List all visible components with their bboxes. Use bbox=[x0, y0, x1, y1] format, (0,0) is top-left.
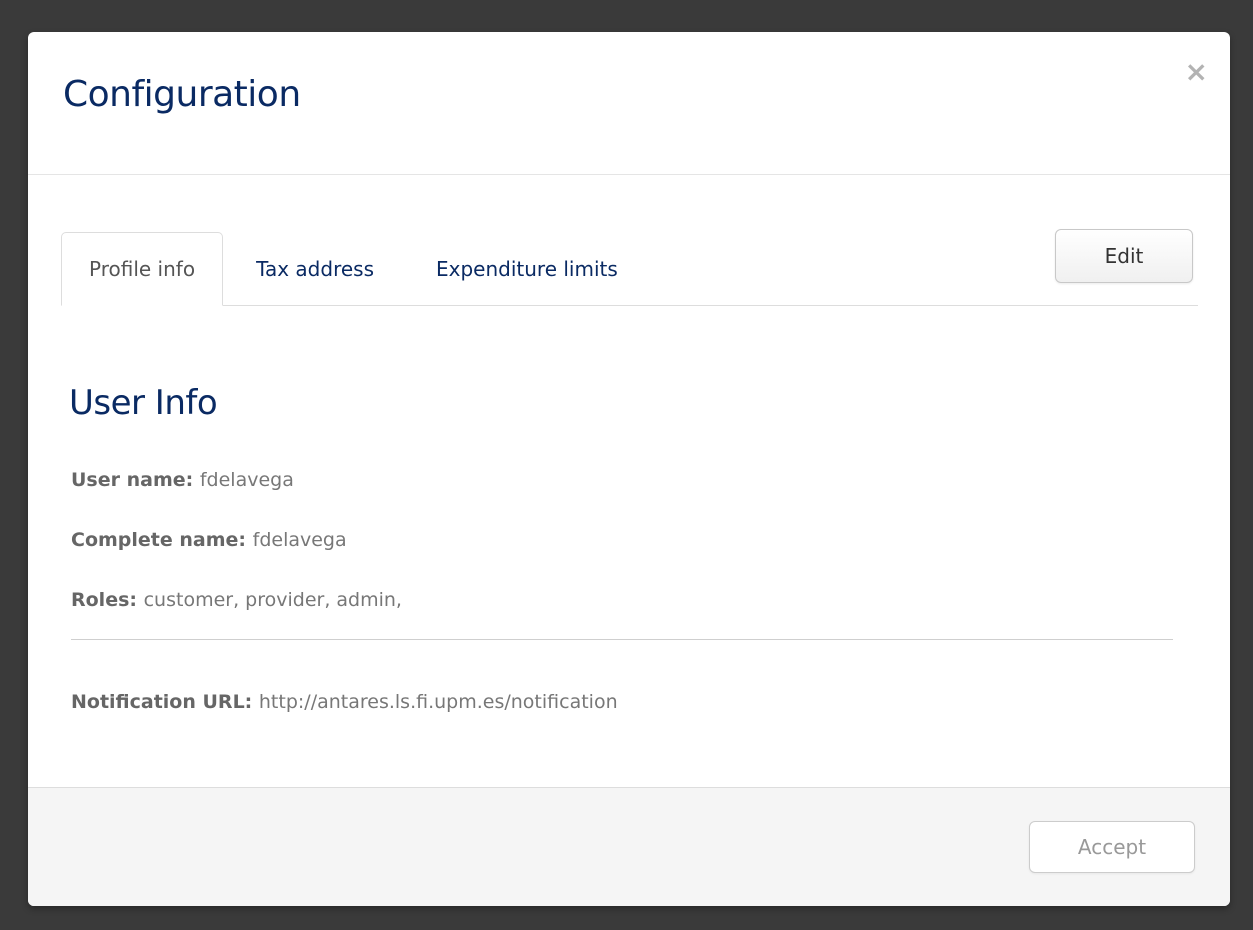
user-name-value: fdelavega bbox=[199, 469, 294, 491]
roles-label: Roles: bbox=[71, 589, 144, 611]
modal-title: Configuration bbox=[63, 74, 301, 115]
complete-name-label: Complete name: bbox=[71, 529, 253, 551]
complete-name-row: Complete name: fdelavega bbox=[71, 529, 347, 551]
modal-header: Configuration × bbox=[28, 32, 1230, 175]
configuration-modal: Configuration × Profile info Tax address… bbox=[28, 32, 1230, 906]
notification-url-row: Notification URL: http://antares.ls.fi.u… bbox=[71, 691, 618, 713]
user-info-heading: User Info bbox=[69, 383, 218, 423]
roles-value: customer, provider, admin, bbox=[143, 589, 402, 611]
notification-url-value: http://antares.ls.fi.upm.es/notification bbox=[258, 691, 618, 713]
tab-list: Profile info Tax address Expenditure lim… bbox=[61, 232, 649, 306]
modal-footer: Accept bbox=[28, 787, 1230, 906]
tab-expenditure-limits[interactable]: Expenditure limits bbox=[405, 232, 649, 306]
edit-button[interactable]: Edit bbox=[1055, 229, 1193, 283]
accept-button[interactable]: Accept bbox=[1029, 821, 1195, 873]
section-divider bbox=[71, 639, 1173, 640]
complete-name-value: fdelavega bbox=[252, 529, 347, 551]
user-name-row: User name: fdelavega bbox=[71, 469, 294, 491]
notification-url-label: Notification URL: bbox=[71, 691, 259, 713]
tab-profile-info[interactable]: Profile info bbox=[61, 232, 224, 306]
close-icon[interactable]: × bbox=[1185, 58, 1208, 86]
tab-tax-address[interactable]: Tax address bbox=[223, 232, 405, 306]
user-name-label: User name: bbox=[71, 469, 200, 491]
tab-bar: Profile info Tax address Expenditure lim… bbox=[61, 229, 1198, 306]
roles-row: Roles: customer, provider, admin, bbox=[71, 589, 402, 611]
